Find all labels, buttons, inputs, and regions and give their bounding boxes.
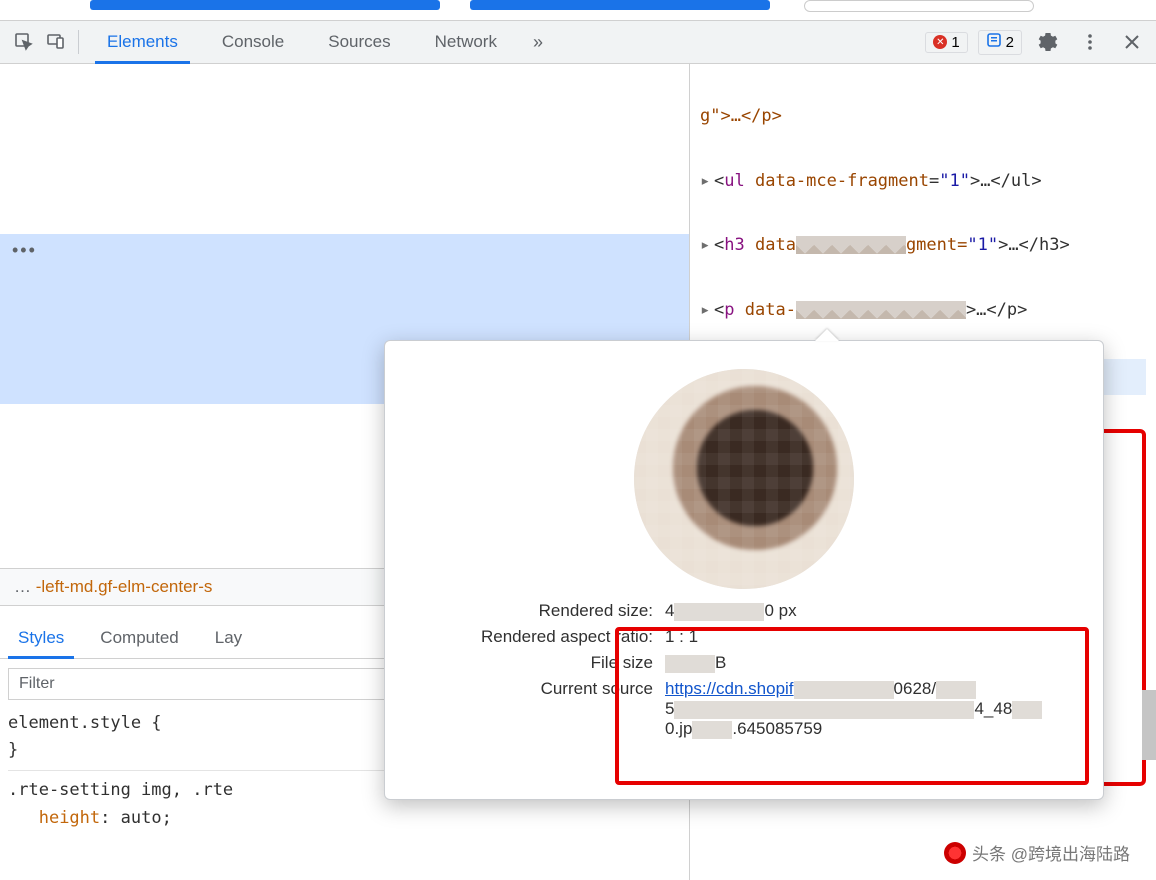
label-aspect-ratio: Rendered aspect ratio: bbox=[403, 627, 653, 647]
subtab-layout[interactable]: Lay bbox=[197, 618, 260, 658]
tab-console[interactable]: Console bbox=[200, 22, 306, 63]
tab-network[interactable]: Network bbox=[413, 22, 519, 63]
current-source-link[interactable]: https://cdn.shopif bbox=[665, 679, 794, 698]
devtools-tabs: Elements Console Sources Network » bbox=[85, 22, 557, 63]
value-file-size: B bbox=[665, 653, 1085, 673]
issues-count[interactable]: 2 bbox=[978, 30, 1022, 55]
settings-icon[interactable] bbox=[1032, 26, 1064, 58]
value-aspect-ratio: 1 : 1 bbox=[665, 627, 1085, 647]
dom-node[interactable]: g">…</p> bbox=[700, 100, 1146, 132]
tab-sources[interactable]: Sources bbox=[306, 22, 412, 63]
input-fragment bbox=[804, 0, 1034, 12]
devtools-toolbar: Elements Console Sources Network » ✕ 1 2 bbox=[0, 20, 1156, 64]
subtab-styles[interactable]: Styles bbox=[0, 618, 82, 658]
watermark-text: 头条 @跨境出海陆路 bbox=[972, 840, 1130, 865]
tab-elements[interactable]: Elements bbox=[85, 22, 200, 63]
blue-button-fragment bbox=[90, 0, 440, 10]
image-hover-tooltip: Rendered size: 40 px Rendered aspect rat… bbox=[384, 340, 1104, 800]
subtab-computed[interactable]: Computed bbox=[82, 618, 196, 658]
issues-number: 2 bbox=[1006, 34, 1014, 51]
label-rendered-size: Rendered size: bbox=[403, 601, 653, 621]
dom-node[interactable]: ▸<p data->…</p> bbox=[700, 294, 1146, 326]
breadcrumb-class: -left-md.gf-elm-center-s bbox=[36, 577, 213, 596]
css-line: height: auto; bbox=[8, 805, 681, 832]
error-icon: ✕ bbox=[933, 35, 947, 49]
issues-icon bbox=[986, 32, 1002, 53]
browser-top-fragment bbox=[0, 0, 1156, 12]
scrollbar-thumb[interactable] bbox=[1142, 690, 1156, 760]
value-rendered-size: 40 px bbox=[665, 601, 1085, 621]
kebab-menu-icon[interactable] bbox=[1074, 26, 1106, 58]
dom-node[interactable]: ▸<ul data-mce-fragment="1">…</ul> bbox=[700, 165, 1146, 197]
image-preview bbox=[634, 369, 854, 589]
more-tabs-icon[interactable]: » bbox=[519, 22, 557, 63]
blue-button-fragment bbox=[470, 0, 770, 10]
breadcrumb-ellipsis: … bbox=[14, 577, 31, 596]
close-icon[interactable] bbox=[1116, 26, 1148, 58]
dom-node[interactable]: ▸<h3 datagment="1">…</h3> bbox=[700, 229, 1146, 261]
device-toggle-icon[interactable] bbox=[40, 26, 72, 58]
toutiao-logo-icon bbox=[944, 842, 966, 864]
inspect-element-icon[interactable] bbox=[8, 26, 40, 58]
label-file-size: File size bbox=[403, 653, 653, 673]
error-count[interactable]: ✕ 1 bbox=[925, 32, 967, 53]
error-number: 1 bbox=[951, 34, 959, 51]
ellipsis-icon: ••• bbox=[0, 234, 689, 267]
watermark: 头条 @跨境出海陆路 bbox=[934, 837, 1140, 868]
value-current-source[interactable]: https://cdn.shopif0628/ 54_48 0.jp.64508… bbox=[665, 679, 1085, 739]
label-current-source: Current source bbox=[403, 679, 653, 739]
